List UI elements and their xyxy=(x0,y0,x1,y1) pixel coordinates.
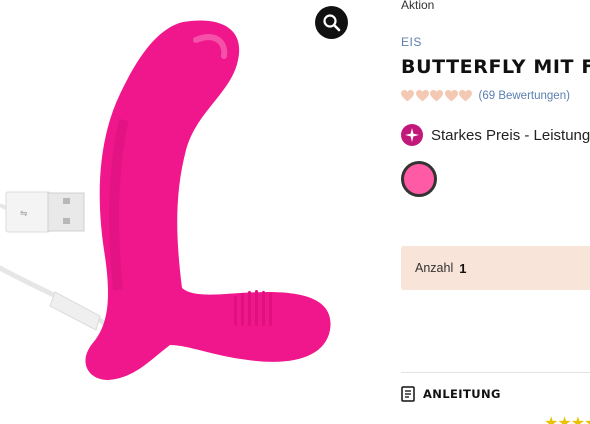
document-icon xyxy=(401,386,415,402)
color-swatch-pink[interactable] xyxy=(401,161,437,197)
heart-icon xyxy=(430,90,443,102)
quantity-label: Anzahl xyxy=(415,261,454,275)
sparkle-icon xyxy=(401,124,423,146)
product-gallery[interactable]: ⇋ xyxy=(0,0,370,424)
heart-icon xyxy=(415,90,429,102)
quantity-value[interactable]: 1 xyxy=(459,261,466,276)
promo-text: Starkes Preis - Leistung xyxy=(431,126,590,144)
promo-line: Starkes Preis - Leistung xyxy=(401,124,590,146)
zoom-button[interactable] xyxy=(315,6,348,39)
heart-icon xyxy=(459,90,472,102)
product-title: BUTTERFLY MIT FERN xyxy=(401,56,590,78)
rating[interactable]: (69 Bewertungen) xyxy=(401,90,570,102)
bottom-rating-stars: ★★★★ xyxy=(544,415,590,424)
reviews-link[interactable]: (69 Bewertungen) xyxy=(479,90,570,102)
magnifier-icon xyxy=(322,13,340,31)
promo-badge: Aktion xyxy=(401,0,435,12)
heart-icon xyxy=(444,90,458,102)
product-info: Aktion EIS BUTTERFLY MIT FERN (69 Bewert… xyxy=(401,0,590,424)
quantity-selector[interactable]: Anzahl 1 xyxy=(401,246,590,290)
divider xyxy=(401,372,590,373)
product-page: ⇋ Aktion EIS BUTTERFLY MIT F (69 Bewertu… xyxy=(0,0,590,424)
product-image[interactable]: ⇋ xyxy=(0,0,370,424)
svg-text:⇋: ⇋ xyxy=(20,209,28,219)
heart-icon xyxy=(401,90,414,102)
manual-label: ANLEITUNG xyxy=(423,387,501,401)
manual-link[interactable]: ANLEITUNG xyxy=(401,386,501,402)
brand-link[interactable]: EIS xyxy=(401,35,422,49)
